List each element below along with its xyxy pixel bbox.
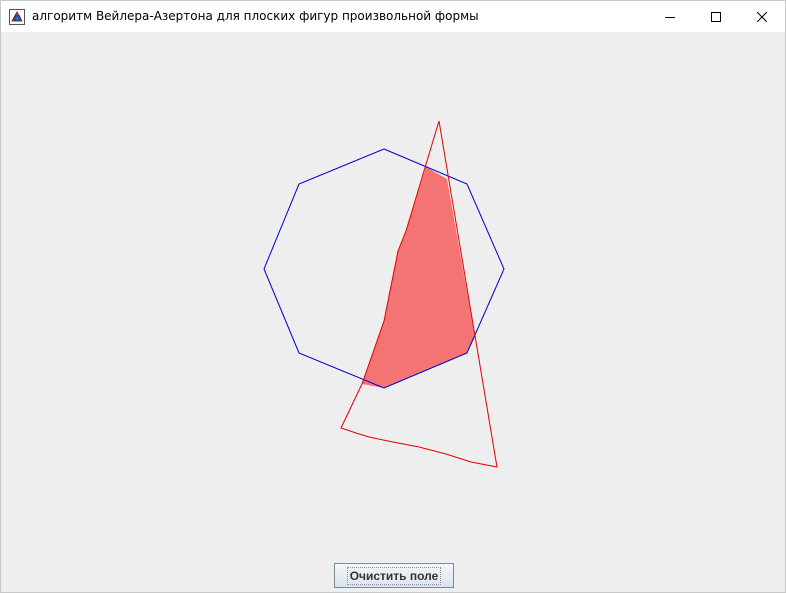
close-button[interactable] [739, 1, 785, 32]
app-window: алгоритм Вейлера-Азертона для плоских фи… [0, 0, 786, 593]
maximize-button[interactable] [693, 1, 739, 32]
drawing-canvas[interactable] [1, 32, 785, 557]
window-title: алгоритм Вейлера-Азертона для плоских фи… [32, 9, 479, 23]
close-icon [757, 11, 767, 22]
title-bar[interactable]: алгоритм Вейлера-Азертона для плоских фи… [1, 1, 785, 32]
intersection-region [362, 167, 475, 388]
maximize-icon [711, 11, 721, 22]
minimize-icon [665, 12, 675, 22]
minimize-button[interactable] [647, 1, 693, 32]
java-app-icon [9, 9, 25, 25]
clear-field-button[interactable]: Очистить поле [334, 563, 454, 588]
clear-field-label: Очистить поле [346, 566, 442, 585]
